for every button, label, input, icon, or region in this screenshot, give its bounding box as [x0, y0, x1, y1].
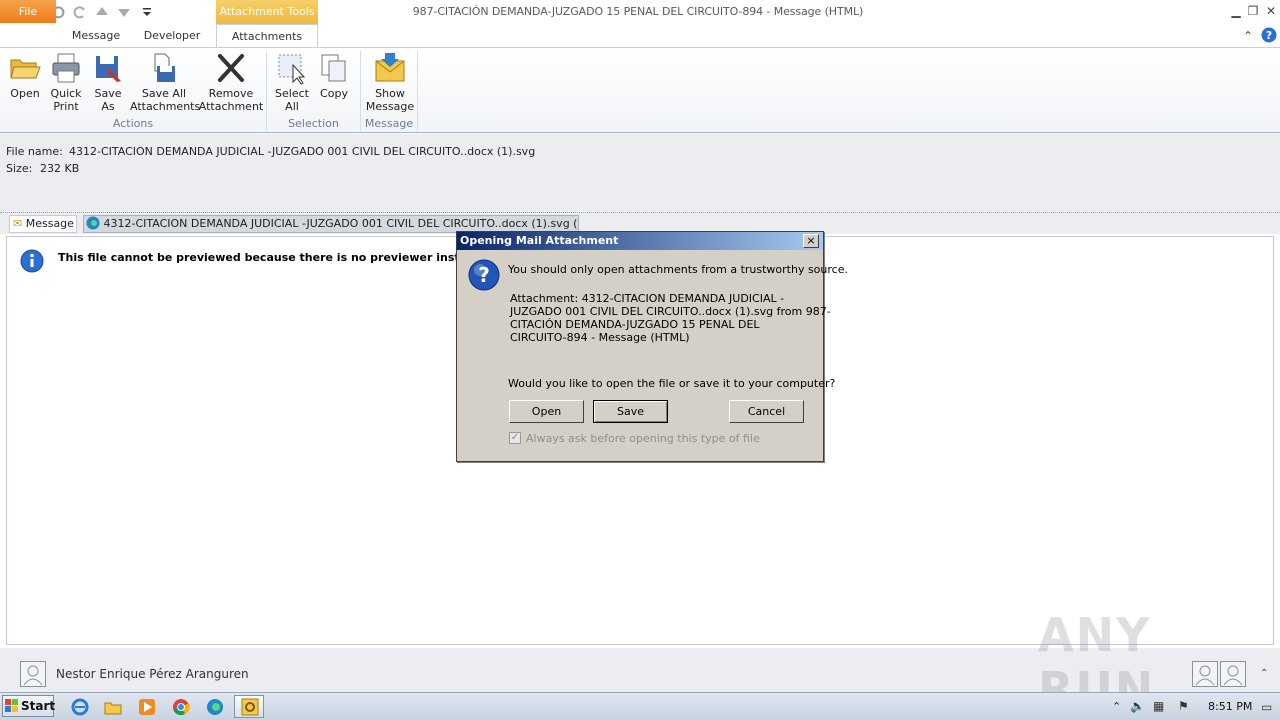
info-icon — [20, 249, 44, 273]
dialog-attachment-line-3: CITACIÓN DEMANDA-JUZGADO 15 PENAL DEL — [510, 318, 760, 331]
always-ask-checkbox-label: Always ask before opening this type of f… — [526, 432, 760, 445]
save-as-button[interactable]: Save As — [88, 51, 128, 117]
quick-print-label-2: Print — [53, 100, 79, 113]
restore-icon[interactable]: ❐ — [1245, 3, 1261, 19]
group-label-selection: Selection — [288, 117, 339, 130]
tab-attachments[interactable]: Attachments — [216, 24, 318, 48]
contact-avatar-icon[interactable] — [20, 661, 46, 687]
svg-text:?: ? — [1266, 29, 1272, 42]
window-title: 987-CITACIÓN DEMANDA-JUZGADO 15 PENAL DE… — [412, 5, 864, 18]
dialog-cancel-button[interactable]: Cancel — [729, 400, 804, 423]
size-label: Size: — [6, 162, 33, 175]
quick-print-label-1: Quick — [50, 87, 82, 100]
tab-developer[interactable]: Developer — [136, 24, 208, 47]
copy-label: Copy — [320, 87, 348, 100]
minimize-ribbon-icon[interactable]: ⌃ — [1240, 28, 1256, 44]
action-center-flag-icon[interactable]: ⚑ — [1178, 699, 1189, 713]
show-message-label-2: Message — [365, 100, 415, 113]
save-as-label-1: Save — [94, 87, 122, 100]
save-all-attachments-button[interactable]: Save All Attachments — [130, 51, 201, 117]
save-as-icon — [96, 56, 121, 82]
close-icon[interactable]: ✕ — [1263, 3, 1279, 19]
remove-x-icon — [218, 54, 244, 82]
show-message-button[interactable]: Show Message — [364, 51, 416, 117]
show-message-icon — [375, 53, 405, 82]
group-separator — [417, 51, 418, 131]
always-ask-checkbox[interactable]: ✓ — [509, 432, 521, 444]
edge-browser-icon — [86, 216, 100, 230]
windows-logo-icon — [5, 699, 18, 712]
contact-name: Nestor Enrique Pérez Aranguren — [56, 667, 249, 681]
select-all-icon — [278, 54, 306, 85]
chrome-icon[interactable] — [171, 697, 191, 717]
dialog-close-button[interactable]: × — [803, 234, 819, 248]
show-desktop-icon[interactable]: ▭ — [1261, 700, 1272, 714]
quick-print-button[interactable]: Quick Print — [46, 51, 86, 117]
folder-open-icon — [10, 59, 41, 79]
group-label-message: Message — [364, 117, 414, 130]
file-explorer-icon[interactable] — [103, 697, 123, 717]
dialog-attachment-line-4: CIRCUITO-894 - Message (HTML) — [510, 331, 690, 344]
group-label-actions: Actions — [112, 117, 154, 130]
outlook-icon — [241, 698, 259, 716]
minimize-icon[interactable]: ▁ — [1228, 3, 1244, 19]
tab-message[interactable]: Message — [60, 24, 132, 47]
dialog-close-glyph: × — [806, 234, 816, 247]
select-all-label-2: All — [285, 100, 299, 113]
save-all-label-2: Attachments — [130, 100, 201, 113]
copy-icon — [321, 54, 346, 82]
network-icon[interactable]: ▦ — [1153, 699, 1164, 713]
printer-icon — [52, 53, 80, 83]
select-all-label-1: Select — [275, 87, 309, 100]
select-all-button[interactable]: Select All — [271, 51, 313, 117]
edge-icon[interactable] — [205, 697, 225, 717]
file-name-value: 4312-CITACION DEMANDA JUDICIAL -JUZGADO … — [69, 145, 536, 158]
show-hidden-icons-icon[interactable]: ⌃ — [1112, 700, 1121, 713]
file-name-label: File name: — [6, 145, 63, 158]
attachment-tab-file-label: 4312-CITACION DEMANDA JUDICIAL -JUZGADO … — [103, 217, 579, 230]
open-button[interactable]: Open — [4, 51, 46, 117]
start-label: Start — [21, 699, 56, 713]
volume-icon[interactable]: 🔈 — [1130, 699, 1145, 713]
dialog-title: Opening Mail Attachment — [457, 232, 823, 250]
save-as-label-2: As — [101, 100, 115, 113]
internet-explorer-icon[interactable] — [70, 697, 90, 717]
dialog-attachment-line-1: Attachment: 4312-CITACION DEMANDA JUDICI… — [510, 292, 785, 305]
taskbar — [0, 692, 1280, 720]
dialog-warning-text: You should only open attachments from a … — [508, 263, 848, 276]
size-value: 232 KB — [40, 162, 80, 175]
tab-file[interactable]: File — [0, 0, 56, 23]
show-message-label-1: Show — [375, 87, 405, 100]
taskbar-clock: 8:51 PM — [1208, 700, 1253, 713]
remove-attachment-label-1: Remove — [208, 87, 254, 100]
attachment-tab-message-label: Message — [25, 217, 74, 230]
outlook-taskbar-button[interactable] — [234, 695, 264, 718]
save-all-icon — [154, 53, 175, 82]
save-all-label-1: Save All — [141, 87, 187, 100]
dialog-question-text: Would you like to open the file or save … — [508, 377, 836, 390]
copy-button[interactable]: Copy — [313, 51, 355, 117]
remove-attachment-button[interactable]: Remove Attachment — [198, 51, 264, 117]
remove-attachment-label-2: Attachment — [198, 100, 264, 113]
envelope-icon: ✉ — [13, 217, 23, 230]
dialog-open-button[interactable]: Open — [509, 400, 584, 423]
attachment-tab-message[interactable]: ✉ Message — [9, 215, 77, 233]
media-player-icon[interactable] — [137, 697, 157, 717]
open-label: Open — [10, 87, 40, 100]
help-icon[interactable]: ? — [1261, 27, 1277, 43]
question-icon: ? — [468, 259, 500, 291]
svg-text:?: ? — [478, 263, 490, 287]
dialog-save-button[interactable]: Save — [593, 400, 668, 423]
dialog-attachment-line-2: JUZGADO 001 CIVIL DEL CIRCUITO..docx (1)… — [510, 305, 831, 318]
